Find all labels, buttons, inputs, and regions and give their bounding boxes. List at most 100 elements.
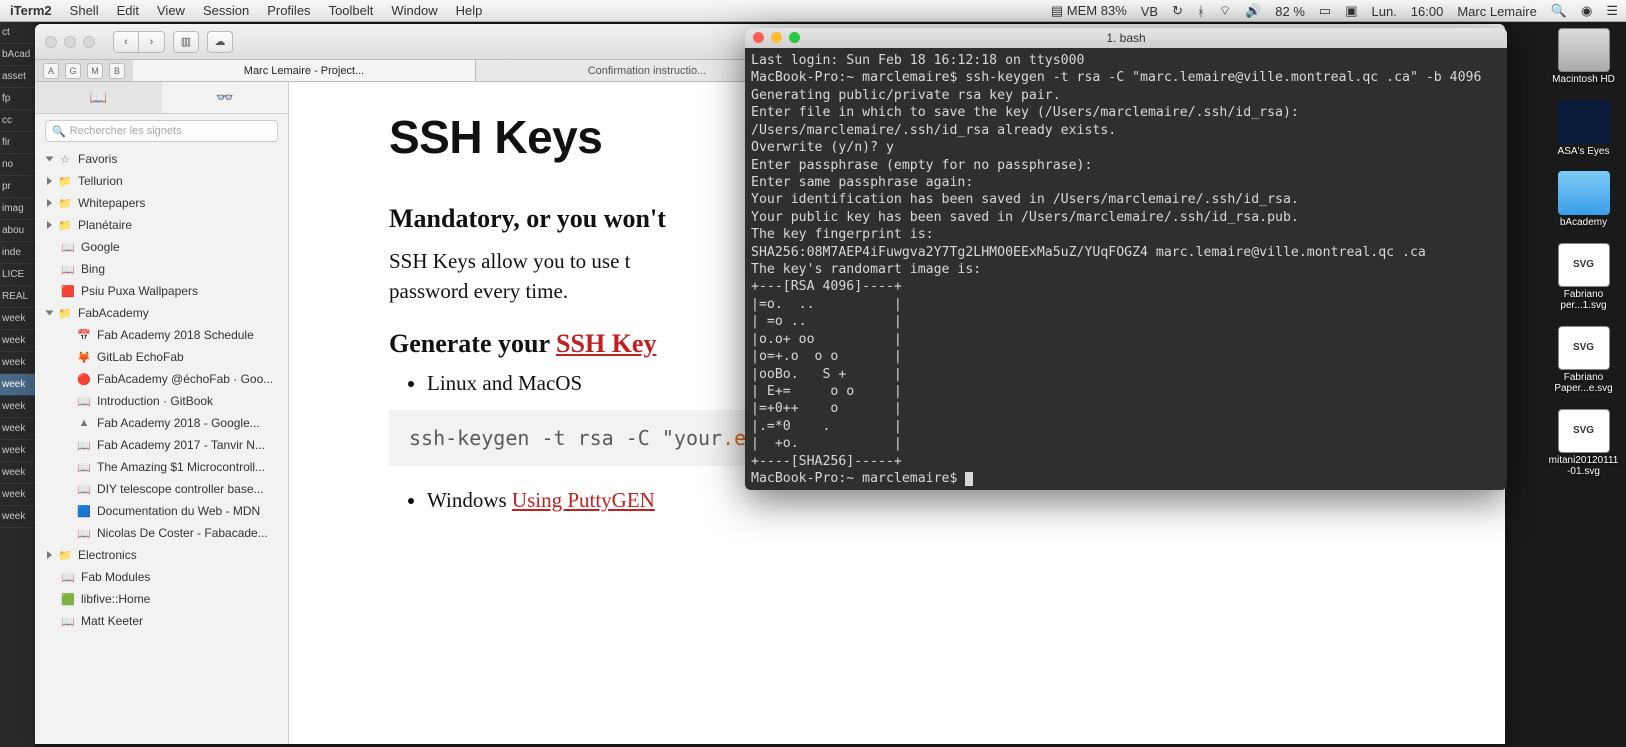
- editor-tab[interactable]: pr: [0, 176, 35, 198]
- editor-tab[interactable]: asset: [0, 66, 35, 88]
- disclosure-triangle-icon[interactable]: [47, 551, 52, 559]
- bookmark-item[interactable]: 📖Google: [35, 236, 288, 258]
- display-icon[interactable]: ▣: [1345, 3, 1357, 19]
- bookmark-item[interactable]: 🟩libfive::Home: [35, 588, 288, 610]
- menu-help[interactable]: Help: [456, 3, 483, 18]
- desktop-icon[interactable]: bAcademy: [1548, 171, 1620, 229]
- bookmark-item[interactable]: 📁Tellurion: [35, 170, 288, 192]
- disclosure-triangle-icon[interactable]: [46, 157, 54, 162]
- close-icon[interactable]: [753, 32, 764, 43]
- puttygen-link[interactable]: Using PuttyGEN: [512, 488, 655, 512]
- editor-tab[interactable]: REAL: [0, 286, 35, 308]
- battery-icon[interactable]: ▭: [1319, 3, 1331, 19]
- bookmark-item[interactable]: 📁Whitepapers: [35, 192, 288, 214]
- iterm-window[interactable]: 1. bash Last login: Sun Feb 18 16:12:18 …: [745, 28, 1507, 490]
- menu-view[interactable]: View: [157, 3, 185, 18]
- bookmark-item[interactable]: 📖Nicolas De Coster - Fabacade...: [35, 522, 288, 544]
- bookmark-item[interactable]: 🟥Psiu Puxa Wallpapers: [35, 280, 288, 302]
- desktop-icon[interactable]: SVGmitani20120111-01.svg: [1548, 409, 1620, 478]
- forward-button[interactable]: ›: [139, 31, 165, 53]
- notification-center-icon[interactable]: ☰: [1606, 3, 1618, 19]
- bookmark-search[interactable]: 🔍 Rechercher les signets: [45, 120, 278, 142]
- menu-session[interactable]: Session: [203, 3, 249, 18]
- editor-tab[interactable]: week: [0, 440, 35, 462]
- disclosure-triangle-icon[interactable]: [46, 311, 54, 316]
- editor-tab[interactable]: fir: [0, 132, 35, 154]
- editor-tab[interactable]: abou: [0, 220, 35, 242]
- editor-tab[interactable]: week: [0, 484, 35, 506]
- disclosure-triangle-icon[interactable]: [47, 199, 52, 207]
- back-button[interactable]: ‹: [113, 31, 139, 53]
- bookmark-item[interactable]: 📖Matt Keeter: [35, 610, 288, 632]
- bookmark-item[interactable]: 📖Fab Academy 2017 - Tanvir N...: [35, 434, 288, 456]
- editor-tab[interactable]: imag: [0, 198, 35, 220]
- user-name[interactable]: Marc Lemaire: [1457, 4, 1536, 19]
- timemachine-icon[interactable]: ↻: [1172, 3, 1183, 19]
- disclosure-triangle-icon[interactable]: [47, 177, 52, 185]
- menu-profiles[interactable]: Profiles: [267, 3, 310, 18]
- icloud-tabs-button[interactable]: ☁: [207, 31, 233, 53]
- reading-list-mode-icon[interactable]: 👓: [162, 82, 289, 113]
- bookmark-item[interactable]: 🔴FabAcademy @échoFab · Goo...: [35, 368, 288, 390]
- disclosure-triangle-icon[interactable]: [47, 221, 52, 229]
- terminal-output[interactable]: Last login: Sun Feb 18 16:12:18 on ttys0…: [745, 48, 1507, 490]
- menu-window[interactable]: Window: [391, 3, 437, 18]
- bookmark-item[interactable]: 📖The Amazing $1 Microcontroll...: [35, 456, 288, 478]
- bookmark-item[interactable]: 📅Fab Academy 2018 Schedule: [35, 324, 288, 346]
- battery-text[interactable]: 82 %: [1275, 4, 1305, 19]
- bookmark-item[interactable]: 📁Planétaire: [35, 214, 288, 236]
- bookmark-item[interactable]: 📁Electronics: [35, 544, 288, 566]
- menu-toolbelt[interactable]: Toolbelt: [329, 3, 374, 18]
- tag-g[interactable]: G: [65, 63, 81, 79]
- editor-tab[interactable]: week: [0, 462, 35, 484]
- menu-shell[interactable]: Shell: [70, 3, 99, 18]
- terminal-titlebar[interactable]: 1. bash: [745, 28, 1507, 48]
- ssh-key-link[interactable]: SSH Key: [556, 329, 656, 358]
- clock[interactable]: 16:00: [1411, 4, 1444, 19]
- tag-a[interactable]: A: [43, 63, 59, 79]
- tag-b[interactable]: B: [109, 63, 125, 79]
- editor-tab[interactable]: LICE: [0, 264, 35, 286]
- close-icon[interactable]: [45, 36, 57, 48]
- volume-icon[interactable]: 🔊: [1245, 3, 1261, 19]
- editor-tab[interactable]: week: [0, 330, 35, 352]
- menu-edit[interactable]: Edit: [117, 3, 139, 18]
- editor-tab[interactable]: week: [0, 374, 35, 396]
- bookmark-item[interactable]: 🟦Documentation du Web - MDN: [35, 500, 288, 522]
- day-label[interactable]: Lun.: [1371, 4, 1396, 19]
- desktop-icon[interactable]: Macintosh HD: [1548, 28, 1620, 86]
- wifi-icon[interactable]: ⌔: [1219, 3, 1231, 19]
- tag-m[interactable]: M: [87, 63, 103, 79]
- bookmark-item[interactable]: ▲Fab Academy 2018 - Google...: [35, 412, 288, 434]
- zoom-icon[interactable]: [789, 32, 800, 43]
- editor-tab[interactable]: bAcad: [0, 44, 35, 66]
- bookmark-item[interactable]: 🦊GitLab EchoFab: [35, 346, 288, 368]
- bookmark-item[interactable]: ☆Favoris: [35, 148, 288, 170]
- memory-icon[interactable]: ▤ MEM 83%: [1051, 3, 1127, 19]
- spotlight-icon[interactable]: 🔍: [1551, 3, 1567, 19]
- vb-icon[interactable]: VB: [1141, 4, 1158, 19]
- safari-traffic-lights[interactable]: [45, 36, 95, 48]
- siri-icon[interactable]: ◉: [1581, 3, 1592, 19]
- editor-tab[interactable]: week: [0, 396, 35, 418]
- bookmark-item[interactable]: 📁FabAcademy: [35, 302, 288, 324]
- bookmark-item[interactable]: 📖Fab Modules: [35, 566, 288, 588]
- minimize-icon[interactable]: [64, 36, 76, 48]
- desktop-icon[interactable]: SVGFabriano per...1.svg: [1548, 243, 1620, 312]
- editor-tab[interactable]: ct: [0, 22, 35, 44]
- editor-tab[interactable]: fp: [0, 88, 35, 110]
- bookmark-item[interactable]: 📖Bing: [35, 258, 288, 280]
- editor-tab[interactable]: no: [0, 154, 35, 176]
- zoom-icon[interactable]: [83, 36, 95, 48]
- editor-tab[interactable]: week: [0, 352, 35, 374]
- bookmark-item[interactable]: 📖DIY telescope controller base...: [35, 478, 288, 500]
- bluetooth-icon[interactable]: ᚼ: [1197, 4, 1205, 19]
- desktop-icon[interactable]: SVGFabriano Paper...e.svg: [1548, 326, 1620, 395]
- editor-tab[interactable]: inde: [0, 242, 35, 264]
- bookmark-item[interactable]: 📖Introduction · GitBook: [35, 390, 288, 412]
- sidebar-toggle[interactable]: ▥: [173, 31, 199, 53]
- app-name[interactable]: iTerm2: [10, 3, 52, 18]
- editor-tab[interactable]: week: [0, 418, 35, 440]
- desktop-icon[interactable]: ASA's Eyes: [1548, 100, 1620, 158]
- tab-0[interactable]: Marc Lemaire - Project...: [133, 60, 476, 81]
